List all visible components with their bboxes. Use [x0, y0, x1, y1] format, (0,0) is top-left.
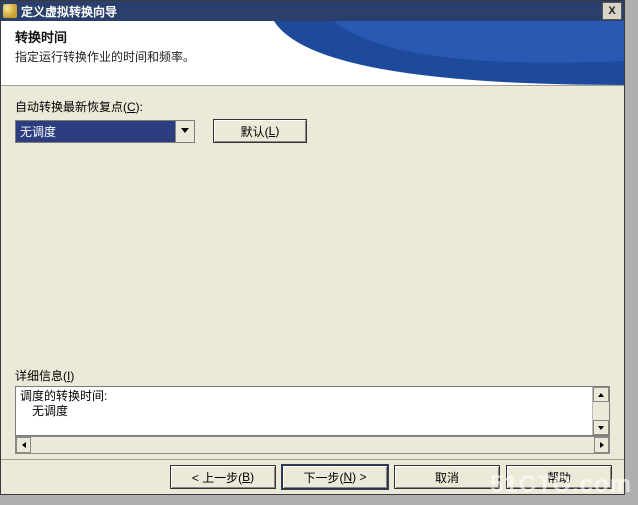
page-subtitle: 指定运行转换作业的时间和频率。: [15, 48, 195, 65]
close-icon: X: [608, 5, 615, 17]
details-textarea[interactable]: 调度的转换时间: 无调度: [15, 386, 610, 436]
chevron-right-icon: [600, 442, 604, 448]
scroll-down-button[interactable]: [593, 420, 609, 435]
horizontal-scrollbar[interactable]: [15, 436, 610, 454]
titlebar: 定义虚拟转换向导 X: [1, 1, 624, 21]
help-button[interactable]: 帮助: [506, 465, 612, 489]
cancel-button[interactable]: 取消: [394, 465, 500, 489]
back-button[interactable]: < 上一步(B): [170, 465, 276, 489]
close-button[interactable]: X: [602, 2, 622, 20]
page-title: 转换时间: [15, 27, 195, 46]
header-curve-graphic: [274, 21, 624, 85]
schedule-combo[interactable]: 无调度: [15, 120, 195, 143]
scroll-left-button[interactable]: [16, 437, 31, 453]
scroll-up-button[interactable]: [593, 387, 609, 402]
details-content: 调度的转换时间: 无调度: [16, 387, 592, 435]
wizard-window: 定义虚拟转换向导 X 转换时间 指定运行转换作业的时间和频率。 自动转换最新恢复…: [0, 0, 625, 495]
wizard-header: 转换时间 指定运行转换作业的时间和频率。: [1, 21, 624, 86]
chevron-up-icon: [598, 393, 604, 397]
empty-area: [15, 149, 610, 367]
chevron-left-icon: [22, 442, 26, 448]
window-title: 定义虚拟转换向导: [21, 3, 602, 20]
chevron-down-icon: [181, 128, 189, 134]
app-icon: [3, 4, 17, 18]
combo-dropdown-button[interactable]: [175, 121, 194, 142]
main-content: 自动转换最新恢复点(C): 无调度 默认(L) 详细信息(I) 调度的转换时间:…: [1, 86, 624, 460]
schedule-combo-value: 无调度: [16, 121, 175, 142]
next-button[interactable]: 下一步(N) >: [282, 465, 388, 489]
autoconvert-label: 自动转换最新恢复点(C):: [15, 98, 610, 115]
vertical-scrollbar[interactable]: [592, 387, 609, 435]
details-label: 详细信息(I): [15, 367, 610, 384]
default-button[interactable]: 默认(L): [213, 119, 307, 143]
wizard-button-bar: < 上一步(B) 下一步(N) > 取消 帮助: [1, 459, 624, 494]
scroll-right-button[interactable]: [594, 437, 609, 453]
details-line-2: 无调度: [20, 404, 588, 419]
details-line-1: 调度的转换时间:: [20, 389, 588, 404]
chevron-down-icon: [598, 426, 604, 430]
